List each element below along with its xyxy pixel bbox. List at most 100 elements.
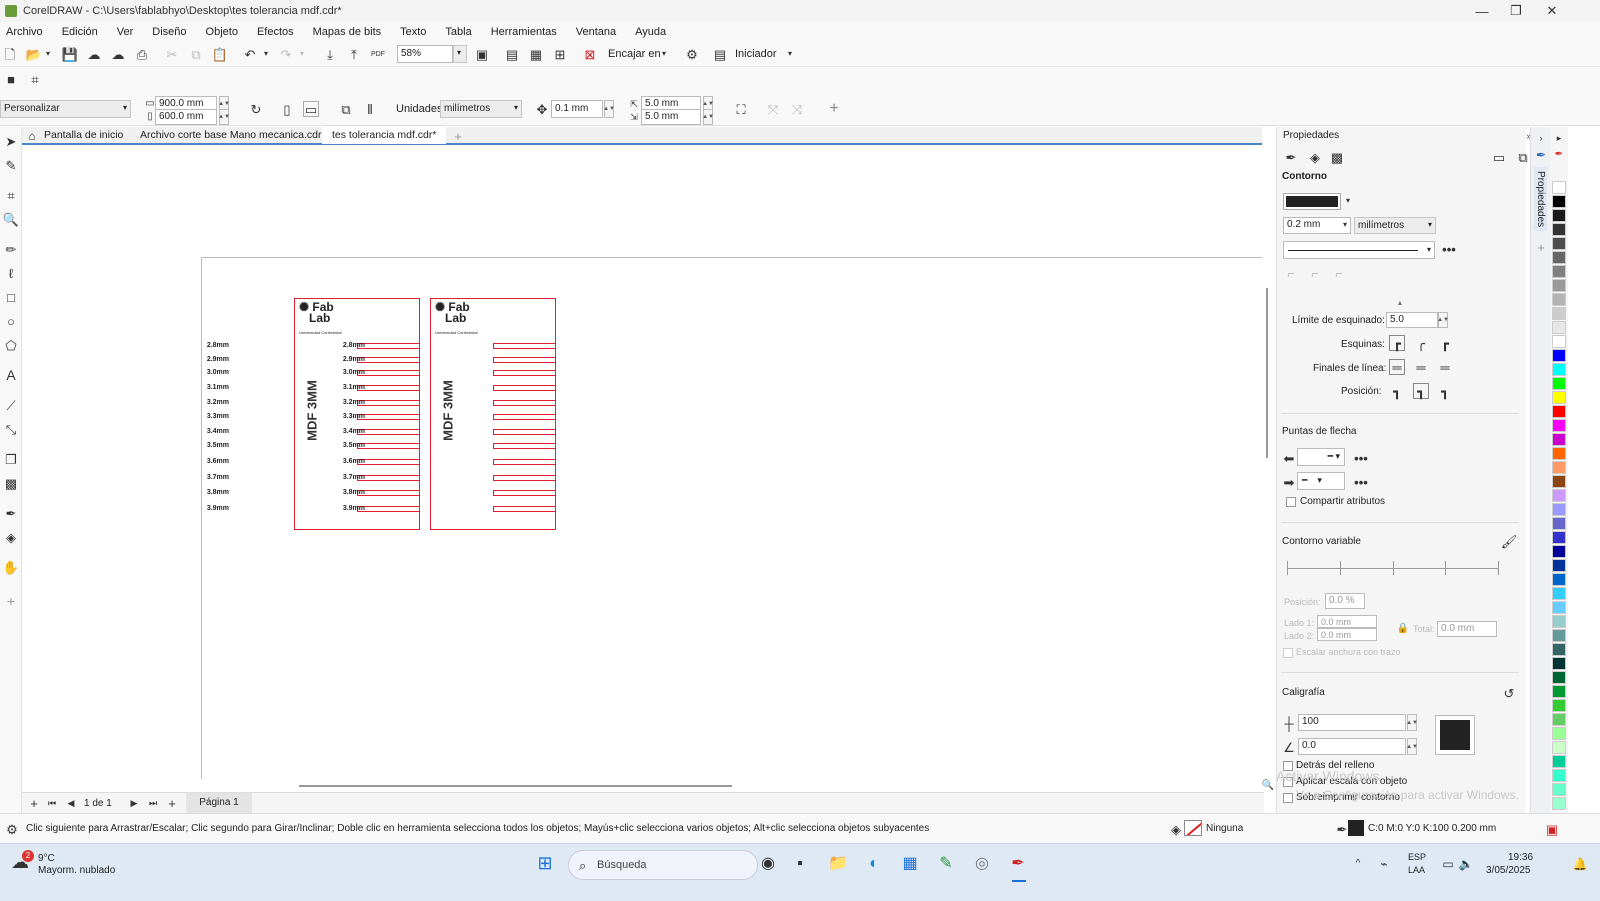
volume-icon[interactable]: 🔈	[1458, 856, 1474, 872]
strip-expand-icon[interactable]: ›	[1533, 130, 1549, 146]
palette-swatch[interactable]	[1552, 405, 1566, 418]
shape-tool-icon[interactable]: ✎	[3, 157, 19, 173]
snap-dropdown-icon[interactable]: ▾	[656, 46, 672, 62]
import-icon[interactable]: ⤓	[322, 46, 338, 62]
show-rulers-icon[interactable]: ▤	[504, 46, 520, 62]
menu-efectos[interactable]: Efectos	[257, 26, 294, 38]
angle-stepper[interactable]: ▲▼	[1406, 738, 1418, 755]
lock-icon[interactable]: 🔒	[1395, 621, 1411, 637]
palette-swatch[interactable]	[1552, 545, 1566, 558]
close-button[interactable]: ✕	[1532, 0, 1572, 22]
edge-icon[interactable]: ◐	[866, 856, 882, 872]
portrait-icon[interactable]: ▯	[279, 101, 295, 117]
overprint-checkbox[interactable]	[1283, 793, 1293, 803]
chevron-down-icon[interactable]: ▾	[1340, 193, 1356, 209]
nib-shape-preview[interactable]	[1435, 715, 1475, 755]
add-icon[interactable]: +	[826, 101, 842, 117]
docker-page-icon[interactable]: ▭	[1491, 149, 1507, 165]
tab-tes-tolerancia[interactable]: tes tolerancia mdf.cdr*	[322, 127, 447, 144]
palette-swatch[interactable]	[1552, 223, 1566, 236]
launcher-icon[interactable]: ▤	[712, 46, 728, 62]
zoom-dropdown-icon[interactable]: ▾	[453, 45, 467, 63]
palette-swatch[interactable]	[1552, 727, 1566, 740]
notifications-icon[interactable]: 🔔	[1572, 856, 1588, 872]
drop-shadow-tool-icon[interactable]: ❐	[3, 451, 19, 467]
current-page-icon[interactable]: ⫴	[362, 101, 378, 117]
connector-tool-icon[interactable]: ⤡	[3, 421, 19, 437]
polygon-tool-icon[interactable]: ⬠	[3, 337, 19, 353]
tab-archivo-corte-base[interactable]: Archivo corte base Mano mecanica.cdr	[130, 127, 332, 144]
prev-page-icon[interactable]: ◀	[63, 795, 79, 811]
weather-temp[interactable]: 9°C	[38, 853, 55, 864]
cloud-icon[interactable]: ☁	[110, 46, 126, 62]
full-screen-preview-icon[interactable]: ▣	[474, 46, 490, 62]
properties-tab-icon[interactable]: ✒	[1533, 147, 1549, 163]
palette-swatch[interactable]	[1552, 601, 1566, 614]
palette-swatch[interactable]	[1552, 391, 1566, 404]
options-gear-icon[interactable]: ⚙	[684, 46, 700, 62]
palette-swatch[interactable]	[1552, 629, 1566, 642]
transparency-tab-icon[interactable]: ▩	[1329, 149, 1345, 165]
page-height-stepper[interactable]: ▲▼	[218, 109, 230, 125]
nudge-stepper[interactable]: ▲▼	[603, 100, 615, 118]
menu-diseno[interactable]: Diseño	[152, 26, 186, 38]
outline-color-picker[interactable]	[1283, 193, 1341, 210]
palette-swatch[interactable]	[1552, 419, 1566, 432]
coreldraw-taskbar-icon[interactable]: ✒	[1010, 856, 1026, 872]
store-icon[interactable]: ▦	[902, 856, 918, 872]
add-tool-icon[interactable]: +	[3, 593, 19, 609]
corner-miter-icon[interactable]: ┏	[1389, 335, 1405, 351]
miter-limit-stepper[interactable]: ▲▼	[1437, 312, 1449, 328]
new-document-icon[interactable]: 🗋	[2, 46, 18, 62]
restore-button[interactable]: ❐	[1496, 0, 1536, 22]
language-code[interactable]: ESP	[1408, 852, 1426, 862]
save-icon[interactable]: 💾	[62, 46, 78, 62]
menu-edicion[interactable]: Edición	[62, 26, 98, 38]
palette-swatch[interactable]	[1552, 671, 1566, 684]
treat-as-filled-icon[interactable]: ⛶	[733, 101, 749, 117]
cap-square-icon[interactable]: ═	[1437, 359, 1453, 375]
menu-archivo[interactable]: Archivo	[6, 26, 43, 38]
miter-limit-field[interactable]: 5.0	[1386, 312, 1438, 328]
pick-tool-icon[interactable]: ➤	[3, 133, 19, 149]
outline-units-select[interactable]: milímetros ▾	[1354, 217, 1436, 234]
network-icon[interactable]: ⌁	[1376, 856, 1392, 872]
disabled-tool-icon[interactable]: ⤧	[765, 101, 781, 117]
open-dropdown-icon[interactable]: ▾	[40, 46, 56, 62]
smart-fill-tool-icon[interactable]: ✋	[3, 559, 19, 575]
launcher-button[interactable]: Iniciador	[735, 48, 777, 60]
palette-swatch[interactable]	[1552, 461, 1566, 474]
status-settings-gear-icon[interactable]: ⚙	[4, 821, 20, 837]
cap-butt-icon[interactable]: ═	[1389, 359, 1405, 375]
eyedropper-tool-icon[interactable]: ✒	[3, 505, 19, 521]
menu-ver[interactable]: Ver	[117, 26, 134, 38]
rectangle-tool-icon[interactable]: □	[3, 289, 19, 305]
publish-pdf-icon[interactable]: PDF	[370, 46, 386, 62]
interactive-fill-tool-icon[interactable]: ◈	[3, 529, 19, 545]
add-page-after-icon[interactable]: +	[164, 795, 180, 811]
first-page-icon[interactable]: ⏮	[44, 795, 60, 811]
menu-objeto[interactable]: Objeto	[206, 26, 238, 38]
palette-swatch[interactable]	[1552, 195, 1566, 208]
menu-tabla[interactable]: Tabla	[445, 26, 471, 38]
palette-swatch[interactable]	[1552, 251, 1566, 264]
landscape-icon[interactable]: ▭	[303, 101, 319, 117]
cap-round-icon[interactable]: ═	[1413, 359, 1429, 375]
palette-swatch[interactable]	[1552, 587, 1566, 600]
units-select[interactable]: milímetros ▾	[440, 100, 522, 118]
side2-field[interactable]: 0.0 mm	[1317, 628, 1377, 641]
line-style-select[interactable]: ▾	[1283, 241, 1435, 259]
palette-swatch[interactable]	[1552, 265, 1566, 278]
page-preset-select[interactable]: Personalizar ▾	[0, 100, 131, 118]
palette-swatch[interactable]	[1552, 279, 1566, 292]
outline-pen-tab-icon[interactable]: ✒	[1283, 149, 1299, 165]
clock-date[interactable]: 3/05/2025	[1486, 865, 1531, 876]
tab-pantalla-de-inicio[interactable]: Pantalla de inicio	[34, 127, 133, 144]
windows-start-icon[interactable]: ⊞	[537, 854, 553, 872]
side1-field[interactable]: 0.0 mm	[1317, 615, 1377, 628]
page-1-tab[interactable]: Página 1	[186, 793, 252, 813]
snap-to-button[interactable]: Encajar en	[608, 48, 661, 60]
palette-swatch[interactable]	[1552, 559, 1566, 572]
taskbar-search-box[interactable]: ⌕ Búsqueda	[568, 850, 758, 880]
show-grid-icon[interactable]: ▦	[528, 46, 544, 62]
